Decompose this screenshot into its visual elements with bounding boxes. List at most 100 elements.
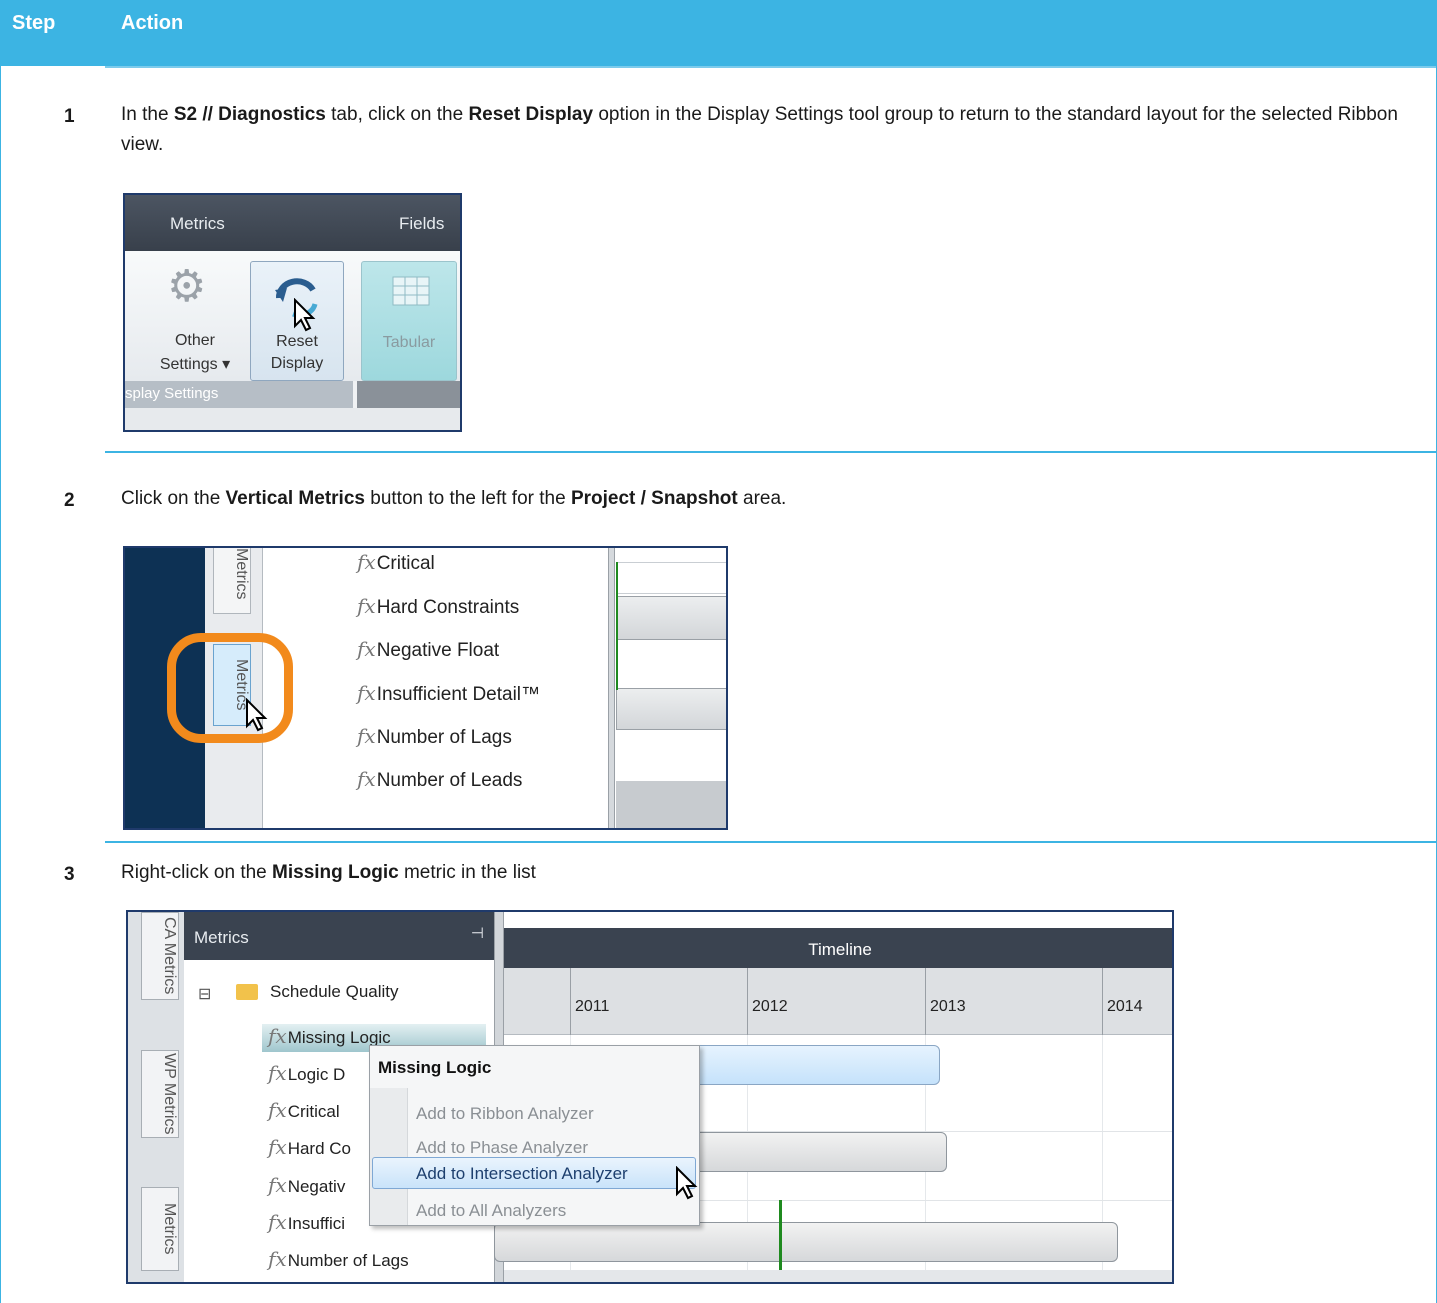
text: In the (121, 104, 174, 125)
table-header: Step Action (0, 0, 1437, 66)
vertical-tab-strip: CA Metrics WP Metrics Metrics (128, 912, 184, 1282)
display-settings-group-label: splay Settings (125, 381, 353, 408)
menu-item-add-to-ribbon-analyzer[interactable]: Add to Ribbon Analyzer (416, 1104, 594, 1124)
metric-label: Critical (376, 553, 435, 574)
ribbon-group-footer (357, 381, 460, 408)
label-line: Reset (276, 333, 318, 350)
list-item[interactable]: fxNumber of Lags (357, 724, 512, 749)
list-item[interactable]: fxCritical (268, 1098, 340, 1122)
fx-icon: fx (268, 1061, 287, 1085)
text: Click on the (121, 488, 226, 509)
metric-label: Negative Float (376, 640, 500, 661)
list-item[interactable]: fxCritical (357, 550, 435, 575)
step-instruction: In the S2 // Diagnostics tab, click on t… (121, 100, 1417, 160)
label-line: Display (270, 355, 324, 372)
gear-icon: ⚙ (167, 262, 207, 311)
vertical-tab-metrics-top[interactable]: Metrics (213, 548, 251, 614)
metric-label: Logic D (287, 1065, 346, 1084)
timeline-header: Timeline (504, 928, 1172, 968)
step-instruction: Right-click on the Missing Logic metric … (121, 858, 1417, 888)
fx-icon: fx (268, 1210, 287, 1234)
context-menu: Missing Logic Add to Ribbon Analyzer Add… (369, 1045, 700, 1226)
metric-label: Hard Constraints (376, 597, 520, 618)
row-divider (105, 451, 1437, 453)
folder-label[interactable]: Schedule Quality (270, 982, 399, 1002)
bold-text: Reset Display (468, 104, 594, 125)
tabular-label: Tabular (382, 334, 436, 351)
ribbon-tab-metrics[interactable]: Metrics (170, 214, 225, 234)
list-item[interactable]: fxLogic D (268, 1061, 345, 1085)
fx-icon: fx (268, 1135, 287, 1159)
step-instruction: Click on the Vertical Metrics button to … (121, 484, 1417, 514)
label-line: Settings ▾ (159, 356, 231, 373)
step-number: 2 (64, 490, 75, 511)
fx-icon: fx (357, 550, 376, 574)
context-menu-title: Missing Logic (378, 1058, 492, 1077)
list-item[interactable]: fxNegativ (268, 1173, 345, 1197)
ribbon-tab-fields[interactable]: Fields (399, 214, 444, 234)
metric-label: Hard Co (287, 1139, 351, 1158)
metric-label: Negativ (287, 1177, 346, 1196)
metrics-list: fxCritical fxHard Constraints fxNegative… (264, 548, 606, 828)
gantt-row (616, 562, 726, 594)
bold-text: Missing Logic (272, 862, 399, 883)
list-item[interactable]: fxHard Constraints (357, 594, 519, 619)
step-number: 1 (64, 106, 75, 127)
bold-text: Vertical Metrics (225, 488, 365, 509)
fx-icon: fx (268, 1024, 287, 1048)
fx-icon: fx (357, 767, 376, 791)
step-number: 3 (64, 864, 75, 885)
list-item[interactable]: fxNegative Float (357, 637, 499, 662)
gantt-bar (494, 1222, 1118, 1262)
today-line (616, 562, 618, 690)
list-item[interactable]: fxHard Co (268, 1135, 351, 1159)
text: metric in the list (398, 862, 536, 883)
fx-icon: fx (357, 681, 376, 705)
metrics-panel-header: Metrics ⊣ (184, 912, 494, 960)
list-item[interactable]: fxNumber of Lags (268, 1247, 409, 1271)
metric-label: Insuffici (287, 1214, 346, 1233)
vertical-tab-ca-metrics[interactable]: CA Metrics (141, 912, 179, 1000)
ribbon-bottom-edge (125, 408, 460, 430)
fx-icon: fx (268, 1247, 287, 1271)
menu-item-add-to-phase-analyzer[interactable]: Add to Phase Analyzer (416, 1138, 588, 1158)
menu-item-add-to-intersection-analyzer[interactable]: Add to Intersection Analyzer (416, 1164, 628, 1184)
gantt-bar (616, 596, 726, 640)
vertical-tab-metrics[interactable]: Metrics (141, 1187, 179, 1271)
vertical-tab-wp-metrics[interactable]: WP Metrics (141, 1050, 179, 1138)
menu-item-add-to-all-analyzers[interactable]: Add to All Analyzers (416, 1201, 566, 1221)
splitter[interactable] (608, 548, 615, 828)
list-item[interactable]: fxInsuffici (268, 1210, 345, 1234)
tabular-button[interactable]: Tabular (361, 261, 457, 381)
metric-label: Number of Leads (376, 770, 523, 791)
folder-icon (236, 984, 258, 1000)
bold-text: Project / Snapshot (570, 488, 738, 509)
metric-label: Number of Lags (287, 1251, 409, 1270)
fx-icon: fx (357, 724, 376, 748)
fx-icon: fx (268, 1098, 287, 1122)
action-column-header: Action (121, 12, 184, 34)
pin-icon[interactable]: ⊣ (471, 924, 484, 942)
highlight-ring (167, 633, 293, 743)
year-label: 2014 (1102, 968, 1172, 1035)
cursor-icon (294, 298, 316, 332)
list-item[interactable]: fxInsufficient Detail™ (357, 681, 540, 706)
year-label: 2012 (747, 968, 925, 1035)
text: Right-click on the (121, 862, 273, 883)
label-line: Other (174, 332, 215, 349)
fx-icon: fx (357, 637, 376, 661)
ribbon-screenshot: Metrics Fields ⚙ Other Settings ▾ Reset … (123, 193, 462, 432)
year-header-row: 2011 2012 2013 2014 (504, 968, 1172, 1035)
metric-label: Critical (287, 1102, 340, 1121)
year-label: 2011 (570, 968, 747, 1035)
fx-icon: fx (268, 1173, 287, 1197)
fx-icon: fx (357, 594, 376, 618)
gantt-bar (616, 781, 726, 828)
panel-title: Metrics (194, 928, 249, 947)
horizontal-scrollbar[interactable] (504, 1270, 1172, 1282)
collapse-toggle[interactable]: ⊟ (198, 984, 211, 1004)
other-settings-label: Other Settings ▾ (150, 332, 240, 374)
list-item[interactable]: fxNumber of Leads (357, 767, 522, 792)
table-icon (392, 276, 430, 306)
step-column-header: Step (12, 12, 56, 34)
